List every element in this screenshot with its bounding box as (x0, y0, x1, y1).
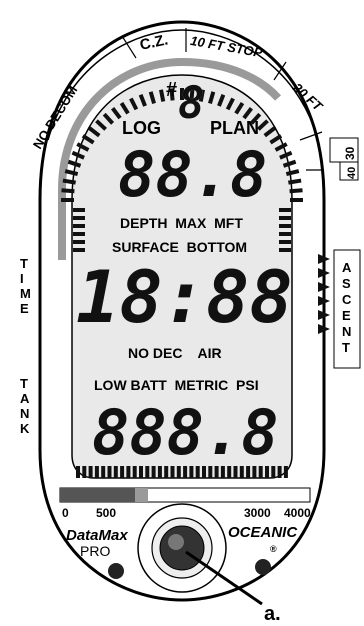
arc-bar-segment (62, 178, 76, 185)
plan-label: PLAN (210, 118, 259, 138)
ascent-letter: S (342, 276, 351, 291)
ascent-letter: E (342, 308, 351, 323)
tank-bar-segment (82, 466, 87, 478)
battery-units-labels: LOW BATT METRIC PSI (94, 377, 259, 393)
dive-number-hash: # (166, 79, 177, 101)
maker-logo: OCEANIC (228, 524, 298, 541)
surface-bottom-labels: SURFACE BOTTOM (112, 239, 247, 255)
tank-side-label: TANK (20, 376, 30, 436)
arc-bar-segment (289, 188, 303, 194)
ascent-letter: A (342, 260, 352, 275)
n40-label: 40 (346, 167, 358, 179)
time-letter: M (20, 286, 31, 301)
tank-letter: K (20, 421, 30, 436)
scale-4000: 4000 (284, 506, 311, 520)
center-button[interactable] (159, 525, 205, 571)
arc-bar-segment (61, 188, 75, 194)
maker-registered-mark: ® (270, 544, 277, 554)
scale-3000: 3000 (244, 506, 271, 520)
time-letter: T (20, 256, 28, 271)
arc-bar-segment (159, 89, 166, 102)
callout-label: a. (264, 603, 281, 625)
scale-500: 500 (96, 506, 116, 520)
tank-letter: T (20, 376, 28, 391)
dive-computer-display: C.Z. 10 FT STOP 20 FT 30 40 NO DECOM TIM… (20, 20, 361, 625)
tank-letter: A (20, 391, 30, 406)
model-sub: PRO (80, 543, 110, 559)
log-label: LOG (122, 118, 161, 138)
tank-letter: N (20, 406, 29, 421)
tank-bar-segment (283, 466, 288, 478)
nodec-air-labels: NO DEC AIR (128, 345, 222, 361)
scale-0: 0 (62, 506, 69, 520)
tank-scale-low (60, 488, 135, 502)
center-button-highlight (168, 534, 184, 550)
time-digits: 18:88 (76, 255, 293, 339)
time-letter: E (20, 301, 29, 316)
tank-pressure-digits: 888.8 (92, 396, 279, 469)
depth-mode-labels: DEPTH MAX MFT (120, 215, 243, 231)
time-side-label: TIME (20, 256, 31, 316)
right-button[interactable] (255, 559, 271, 575)
time-letter: I (20, 271, 24, 286)
ascent-letter: N (342, 324, 351, 339)
tank-bar-segment (76, 466, 80, 478)
dive-number-digit: 8 (178, 78, 205, 129)
n30-label: 30 (343, 146, 357, 160)
model-name: DataMax (66, 527, 128, 544)
ascent-letter: C (342, 292, 352, 307)
left-button[interactable] (108, 563, 124, 579)
tank-scale-mid (135, 488, 148, 502)
ascent-letter: T (342, 340, 350, 355)
arc-bar-segment (288, 178, 302, 185)
depth-digits: 88.8 (118, 138, 267, 211)
